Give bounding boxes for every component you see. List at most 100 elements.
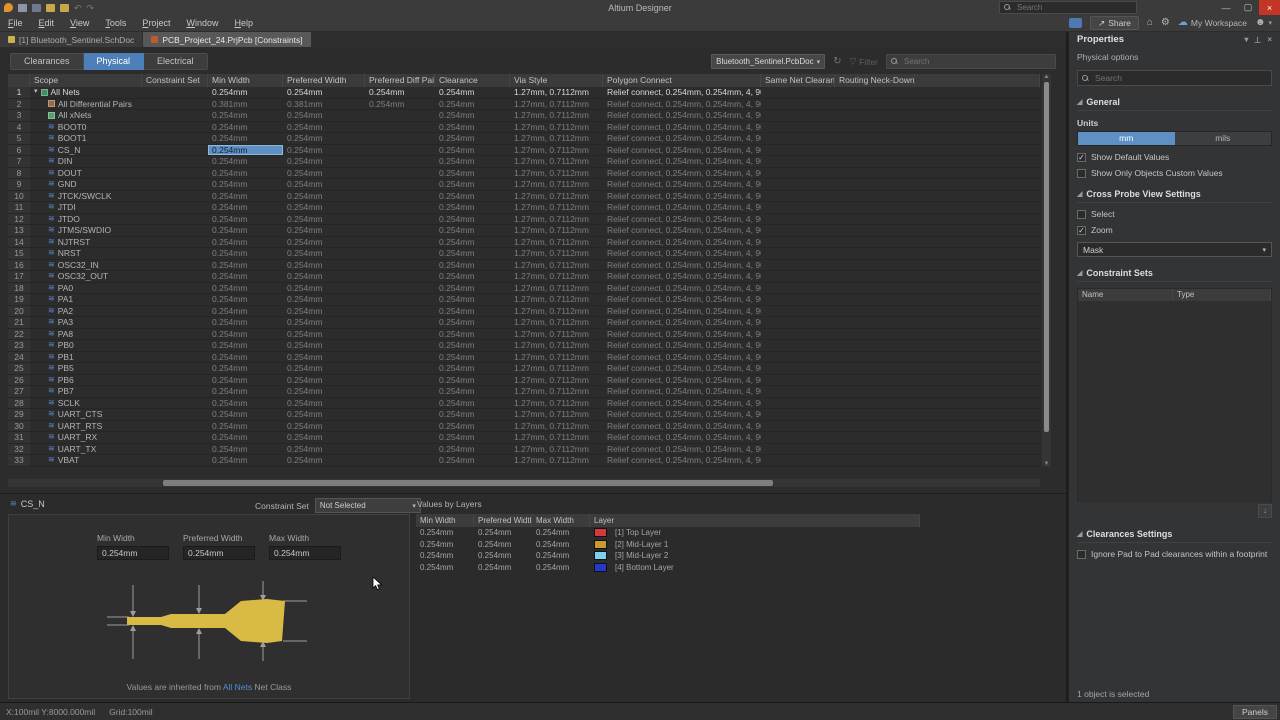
layer-row[interactable]: 0.254mm 0.254mm 0.254mm [4] Bottom Layer [416, 562, 920, 574]
table-row[interactable]: 29 ≋ UART_CTS 0.254mm 0.254mm 0.254mm 1.27mm, … [8, 409, 1040, 421]
polygon-connect-cell[interactable]: Relief connect, 0.254mm, 0.254mm, 4, 90 [603, 283, 761, 294]
min-width-cell[interactable]: 0.254mm [208, 168, 283, 179]
via-style-cell[interactable]: 1.27mm, 0.7112mm [510, 99, 603, 110]
column-header-clearance[interactable]: Clearance [435, 74, 510, 87]
polygon-connect-cell[interactable]: Relief connect, 0.254mm, 0.254mm, 4, 90 [603, 455, 761, 466]
horizontal-scrollbar[interactable] [8, 479, 1040, 487]
via-style-cell[interactable]: 1.27mm, 0.7112mm [510, 386, 603, 397]
via-style-cell[interactable]: 1.27mm, 0.7112mm [510, 248, 603, 259]
table-row[interactable]: 7 ≋ DIN 0.254mm 0.254mm 0.254mm 1.27mm, 0.7112… [8, 156, 1040, 168]
menu-item-edit[interactable]: Edit [31, 15, 63, 31]
diff-pair-gap-cell[interactable] [365, 191, 435, 202]
clearance-cell[interactable]: 0.254mm [435, 145, 510, 156]
mask-dropdown[interactable]: Mask ▾ [1077, 242, 1272, 257]
document-selector-dropdown[interactable]: Bluetooth_Sentinel.PcbDoc ▾ [711, 54, 826, 69]
clearance-cell[interactable]: 0.254mm [435, 237, 510, 248]
copy-icon[interactable] [32, 3, 41, 12]
clearance-cell[interactable]: 0.254mm [435, 317, 510, 328]
diff-pair-gap-cell[interactable] [365, 421, 435, 432]
checkbox-show-only-objects-custom-values[interactable] [1077, 168, 1086, 178]
unit-mils[interactable]: mils [1174, 132, 1271, 145]
global-search-box[interactable] [999, 1, 1137, 14]
preferred-width-cell[interactable]: 0.254mm [283, 386, 365, 397]
column-header-constraint-set[interactable]: Constraint Set [142, 74, 208, 87]
via-style-cell[interactable]: 1.27mm, 0.7112mm [510, 225, 603, 236]
clearance-cell[interactable]: 0.254mm [435, 202, 510, 213]
min-width-cell[interactable]: 0.254mm [208, 386, 283, 397]
preferred-width-cell[interactable]: 0.254mm [283, 294, 365, 305]
min-width-cell[interactable]: 0.254mm [208, 421, 283, 432]
table-row[interactable]: 21 ≋ PA3 0.254mm 0.254mm 0.254mm 1.27mm, 0.711… [8, 317, 1040, 329]
open-project-icon[interactable] [60, 3, 69, 12]
preferred-width-cell[interactable]: 0.254mm [283, 432, 365, 443]
user-menu[interactable]: ☻ ▾ [1255, 17, 1272, 29]
table-row[interactable]: 22 ≋ PA8 0.254mm 0.254mm 0.254mm 1.27mm, 0.711… [8, 328, 1040, 340]
table-row[interactable]: 1 ▾ All Nets 0.254mm 0.254mm 0.254mm 0.254mm 1.… [8, 87, 1040, 99]
diff-pair-gap-cell[interactable] [365, 363, 435, 374]
polygon-connect-cell[interactable]: Relief connect, 0.254mm, 0.254mm, 4, 90 [603, 432, 761, 443]
min-width-cell[interactable]: 0.254mm [208, 110, 283, 121]
tab-clearances[interactable]: Clearances [10, 53, 84, 70]
tab-electrical[interactable]: Electrical [144, 53, 208, 70]
diff-pair-gap-cell[interactable] [365, 294, 435, 305]
column-header-min-width[interactable]: Min Width [208, 74, 283, 87]
preferred-width-cell[interactable]: 0.254mm [283, 455, 365, 466]
via-style-cell[interactable]: 1.27mm, 0.7112mm [510, 133, 603, 144]
clearance-cell[interactable]: 0.254mm [435, 432, 510, 443]
menu-item-project[interactable]: Project [134, 15, 178, 31]
polygon-connect-cell[interactable]: Relief connect, 0.254mm, 0.254mm, 4, 90 [603, 214, 761, 225]
table-row[interactable]: 27 ≋ PB7 0.254mm 0.254mm 0.254mm 1.27mm, 0.711… [8, 386, 1040, 398]
scroll-up-icon[interactable]: ▲ [1042, 74, 1051, 80]
min-width-cell[interactable]: 0.254mm [208, 306, 283, 317]
all-nets-link[interactable]: All Nets [223, 682, 252, 692]
diff-pair-gap-cell[interactable] [365, 122, 435, 133]
global-search-input[interactable] [1015, 2, 1132, 13]
preferred-width-cell[interactable]: 0.254mm [283, 398, 365, 409]
min-width-cell[interactable]: 0.254mm [208, 225, 283, 236]
min-width-cell[interactable]: 0.254mm [208, 317, 283, 328]
column-header-preferred-diff-pair-gap[interactable]: Preferred Diff Pair Gap [365, 74, 435, 87]
preferred-width-cell[interactable]: 0.254mm [283, 340, 365, 351]
via-style-cell[interactable]: 1.27mm, 0.7112mm [510, 283, 603, 294]
clearance-cell[interactable]: 0.254mm [435, 363, 510, 374]
scroll-down-icon[interactable]: ▼ [1042, 461, 1051, 467]
table-row[interactable]: 14 ≋ NJTRST 0.254mm 0.254mm 0.254mm 1.27mm, 0.… [8, 236, 1040, 248]
properties-search-input[interactable] [1093, 72, 1267, 84]
redo-icon[interactable]: ↷ [87, 3, 95, 12]
diff-pair-gap-cell[interactable] [365, 329, 435, 340]
table-row[interactable]: 12 ≋ JTDO 0.254mm 0.254mm 0.254mm 1.27mm, 0.71… [8, 213, 1040, 225]
via-style-cell[interactable]: 1.27mm, 0.7112mm [510, 409, 603, 420]
column-header-routing-neck-down[interactable]: Routing Neck-Down [835, 74, 915, 87]
polygon-connect-cell[interactable]: Relief connect, 0.254mm, 0.254mm, 4, 90 [603, 110, 761, 121]
checkbox-zoom[interactable]: ✓ [1077, 225, 1086, 235]
polygon-connect-cell[interactable]: Relief connect, 0.254mm, 0.254mm, 4, 90 [603, 329, 761, 340]
diff-pair-gap-cell[interactable]: 0.254mm [365, 87, 435, 98]
vertical-scrollbar[interactable]: ▲ ▼ [1042, 74, 1051, 467]
polygon-connect-cell[interactable]: Relief connect, 0.254mm, 0.254mm, 4, 90 [603, 99, 761, 110]
preferred-width-cell[interactable]: 0.254mm [283, 214, 365, 225]
polygon-connect-cell[interactable]: Relief connect, 0.254mm, 0.254mm, 4, 90 [603, 145, 761, 156]
open-folder-icon[interactable] [46, 3, 55, 12]
min-width-cell[interactable]: 0.254mm [208, 202, 283, 213]
minimize-button[interactable]: — [1215, 0, 1237, 15]
min-width-cell[interactable]: 0.254mm [208, 133, 283, 144]
polygon-connect-cell[interactable]: Relief connect, 0.254mm, 0.254mm, 4, 90 [603, 260, 761, 271]
table-row[interactable]: 32 ≋ UART_TX 0.254mm 0.254mm 0.254mm 1.27mm, 0… [8, 443, 1040, 455]
filter-button[interactable]: ▽ Filter [850, 56, 878, 67]
min-width-cell[interactable]: 0.254mm [208, 432, 283, 443]
polygon-connect-cell[interactable]: Relief connect, 0.254mm, 0.254mm, 4, 90 [603, 386, 761, 397]
clearance-cell[interactable]: 0.254mm [435, 248, 510, 259]
diff-pair-gap-cell[interactable] [365, 202, 435, 213]
clearance-cell[interactable]: 0.254mm [435, 352, 510, 363]
column-header-via-style[interactable]: Via Style [510, 74, 603, 87]
column-header-polygon-connect[interactable]: Polygon Connect [603, 74, 761, 87]
clearance-cell[interactable]: 0.254mm [435, 306, 510, 317]
via-style-cell[interactable]: 1.27mm, 0.7112mm [510, 317, 603, 328]
via-style-cell[interactable]: 1.27mm, 0.7112mm [510, 363, 603, 374]
polygon-connect-cell[interactable]: Relief connect, 0.254mm, 0.254mm, 4, 90 [603, 375, 761, 386]
diff-pair-gap-cell[interactable] [365, 283, 435, 294]
preferred-width-cell[interactable]: 0.254mm [283, 375, 365, 386]
section-general-header[interactable]: ◢ General [1077, 97, 1272, 111]
width-field-value[interactable]: 0.254mm [183, 546, 255, 560]
preferred-width-cell[interactable]: 0.254mm [283, 179, 365, 190]
